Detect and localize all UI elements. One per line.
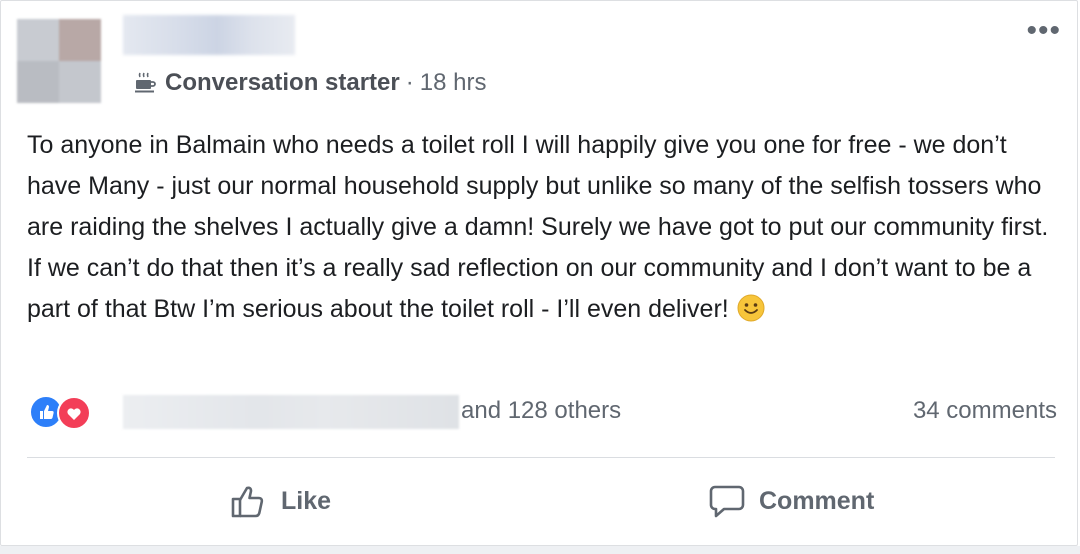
post-body: To anyone in Balmain who needs a toilet … <box>27 125 1057 330</box>
love-reaction-icon[interactable] <box>57 396 91 430</box>
comments-count[interactable]: 34 comments <box>913 397 1057 425</box>
post-timestamp[interactable]: 18 hrs <box>420 69 487 97</box>
post-card: ••• Conversation starter · 18 hrs To any… <box>0 0 1078 546</box>
comment-button-label: Comment <box>759 486 875 515</box>
post-options-button[interactable]: ••• <box>1026 16 1061 46</box>
reaction-count[interactable]: and 128 others <box>461 397 621 425</box>
reactor-names-redacted[interactable] <box>123 395 459 429</box>
like-button[interactable]: Like <box>229 477 331 525</box>
author-name-redacted[interactable] <box>123 15 295 55</box>
avatar[interactable] <box>17 19 101 103</box>
divider <box>27 457 1055 458</box>
reactions-bar: and 128 others 34 comments <box>27 395 1057 431</box>
feed-background <box>0 546 1080 554</box>
like-button-label: Like <box>281 486 332 515</box>
smiley-icon <box>737 294 765 322</box>
meta-separator: · <box>405 69 414 96</box>
post-text: To anyone in Balmain who needs a toilet … <box>27 131 1049 323</box>
thumbs-up-icon <box>231 486 264 518</box>
speech-bubble-icon <box>709 485 745 518</box>
post-meta: Conversation starter · 18 hrs <box>133 69 486 97</box>
comment-button[interactable]: Comment <box>707 477 874 525</box>
coffee-cup-icon <box>135 72 156 93</box>
conversation-starter-badge[interactable]: Conversation starter <box>165 69 400 97</box>
